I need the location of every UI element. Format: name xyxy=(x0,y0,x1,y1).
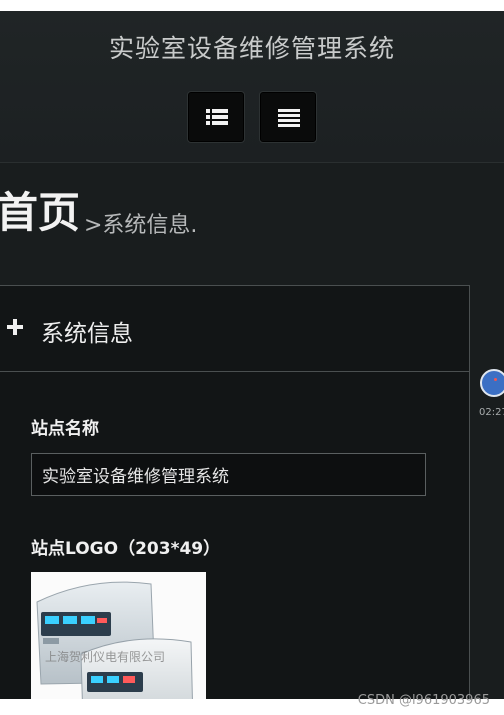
source-watermark: CSDN @l961903965 xyxy=(357,693,490,708)
clock-icon[interactable] xyxy=(480,369,504,397)
breadcrumb: 首页 >系统信息. xyxy=(0,187,504,247)
site-name-input[interactable] xyxy=(31,453,426,496)
list-view-button[interactable] xyxy=(187,91,245,143)
site-logo-image[interactable]: 上海贺利仪电有限公司 xyxy=(31,572,206,699)
list-icon xyxy=(206,109,228,125)
plus-icon[interactable] xyxy=(7,319,23,335)
app-title: 实验室设备维修管理系统 xyxy=(108,34,395,63)
page-title: 首页 xyxy=(0,188,81,237)
panel-header[interactable]: 系统信息 xyxy=(0,286,469,372)
panel-title: 系统信息 xyxy=(41,321,133,347)
side-time: 02:27 xyxy=(479,407,504,418)
top-header: 实验室设备维修管理系统 xyxy=(0,11,504,163)
centrifuge-logo-icon xyxy=(36,581,193,699)
logo-watermark: 上海贺利仪电有限公司 xyxy=(45,650,166,664)
site-name-label: 站点名称 xyxy=(31,419,99,439)
breadcrumb-current[interactable]: >系统信息. xyxy=(84,207,197,239)
app-screen: 实验室设备维修管理系统 首页 >系统信息. 系统信息 站点名称 实验室设备维修管… xyxy=(0,11,504,699)
system-info-panel: 系统信息 站点名称 站点LOGO（203*49） xyxy=(0,285,470,699)
site-logo-label: 站点LOGO（203*49） xyxy=(31,539,221,559)
menu-button[interactable] xyxy=(259,91,317,143)
menu-icon xyxy=(278,109,300,127)
